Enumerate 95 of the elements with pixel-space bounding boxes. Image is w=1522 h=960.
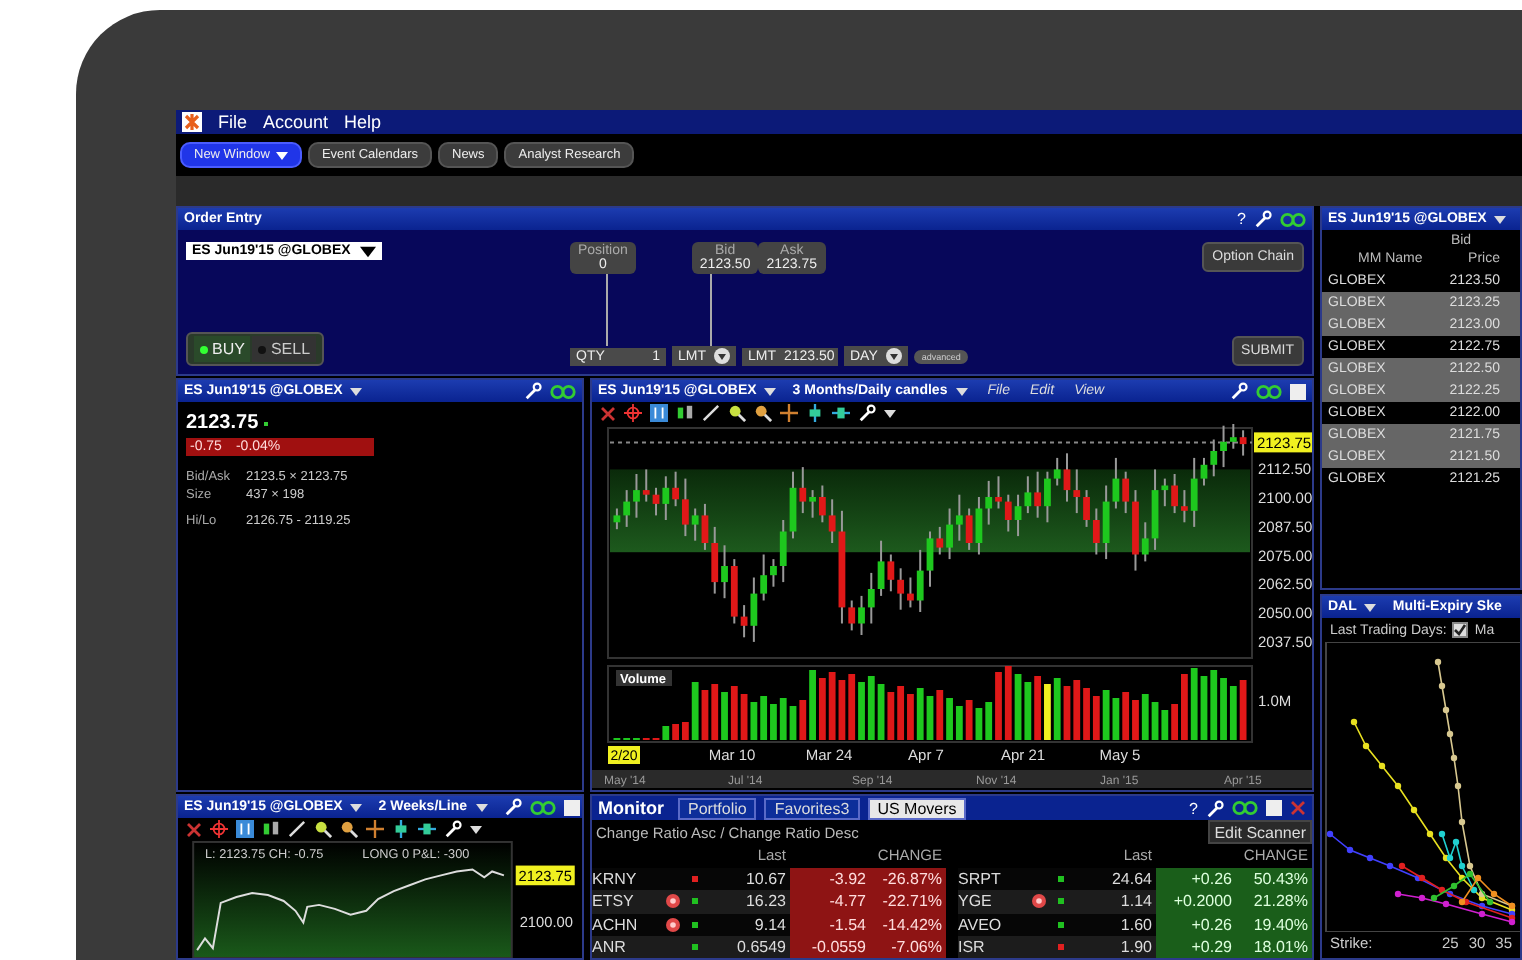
- tab[interactable]: US Movers: [867, 797, 967, 819]
- wrench-icon[interactable]: [503, 798, 522, 816]
- menu-item[interactable]: Help: [344, 112, 382, 132]
- expand-icon[interactable]: [806, 404, 824, 422]
- crosshair-icon[interactable]: [210, 820, 228, 838]
- last-price: 2123.75: [186, 412, 259, 434]
- caret-icon[interactable]: [350, 803, 363, 811]
- wrench-icon[interactable]: [858, 404, 876, 422]
- caret-icon[interactable]: [764, 387, 777, 395]
- last-cell-text: 9.14: [752, 915, 788, 934]
- last-cell-text: 1.90: [1118, 938, 1154, 957]
- symbol-cell-text: AVEO: [958, 915, 1004, 934]
- caret-icon[interactable]: [475, 803, 488, 811]
- app-logo-icon: [182, 112, 202, 132]
- change-percent-cell: 18.01%: [1236, 936, 1312, 958]
- link-icon[interactable]: [550, 383, 576, 399]
- close-icon[interactable]: [600, 405, 616, 421]
- help-button[interactable]: ?: [1189, 799, 1198, 817]
- symbol-cell-text: SRPT: [958, 869, 1003, 888]
- side-button[interactable]: BUY: [194, 336, 251, 362]
- symbol-cell-text: YGE: [958, 892, 994, 911]
- last-cell-text: 10.67: [743, 869, 788, 888]
- zoom-in-icon[interactable]: [728, 404, 746, 422]
- wrench-icon[interactable]: [1230, 382, 1248, 400]
- change-percent-cell: 21.28%: [1236, 890, 1312, 913]
- edit-scanner-button[interactable]: Edit Scanner: [1208, 820, 1312, 844]
- change-cell: +0.26: [1156, 867, 1236, 890]
- caret-icon[interactable]: [350, 387, 363, 395]
- link-icon[interactable]: [529, 799, 556, 815]
- cross-icon[interactable]: [366, 820, 384, 838]
- change-percent-cell: -7.06%: [870, 936, 946, 958]
- symbol-cell-text: ISR: [958, 938, 987, 957]
- change-cell: -4.77: [790, 890, 870, 913]
- change-percent-cell: -14.42%: [870, 913, 946, 936]
- change-percent-cell: 50.43%: [1236, 867, 1312, 890]
- side-button[interactable]: SELL: [252, 336, 317, 362]
- caret-icon: [714, 348, 730, 364]
- change-cell: -3.92: [790, 867, 870, 890]
- last-cell-text: 24.64: [1109, 869, 1154, 888]
- maximize-icon[interactable]: [1290, 383, 1306, 399]
- caret-icon[interactable]: [884, 409, 896, 417]
- wrench-icon[interactable]: [444, 820, 462, 838]
- crosshair-icon[interactable]: [624, 404, 642, 422]
- caret-icon[interactable]: [955, 387, 968, 395]
- menu-item[interactable]: Account: [263, 112, 329, 132]
- draw-line-icon[interactable]: [288, 820, 306, 838]
- caret-icon[interactable]: [1494, 215, 1507, 223]
- caret-icon: [885, 348, 902, 364]
- spread-icon[interactable]: [418, 820, 436, 838]
- maximize-icon[interactable]: [563, 799, 580, 815]
- change-percent-cell: -26.87%: [870, 867, 946, 890]
- zoom-out-icon[interactable]: [754, 404, 772, 422]
- change-cell: -1.54: [790, 913, 870, 936]
- bar-chart-icon[interactable]: [236, 820, 254, 838]
- change-percent-cell: -22.71%: [870, 890, 946, 913]
- symbol-cell-text: ANR: [592, 938, 628, 957]
- tab[interactable]: Favorites3: [764, 797, 860, 819]
- close-icon[interactable]: [186, 821, 202, 837]
- bar-chart-icon[interactable]: [650, 404, 668, 422]
- candlestick-icon[interactable]: [262, 820, 280, 838]
- window-title: Monitor: [598, 798, 664, 818]
- caret-icon: [360, 245, 376, 257]
- last-cell-text: 1.14: [1118, 892, 1154, 911]
- draw-line-icon[interactable]: [702, 404, 720, 422]
- change-cell: -0.0559: [790, 936, 870, 958]
- help-button[interactable]: ?: [1237, 210, 1246, 228]
- link-icon[interactable]: [1280, 211, 1306, 227]
- change-cell: +0.2000: [1156, 890, 1236, 913]
- symbol-cell-text: ACHN: [592, 915, 640, 934]
- caret-icon[interactable]: [470, 825, 482, 833]
- caret-icon: [275, 151, 288, 159]
- last-cell-text: 16.23: [743, 892, 788, 911]
- link-icon[interactable]: [1232, 800, 1258, 816]
- change-percent-cell: 19.40%: [1236, 913, 1312, 936]
- last-cell-text: 0.6549: [735, 938, 788, 957]
- wrench-icon[interactable]: [524, 382, 542, 400]
- wrench-icon[interactable]: [1254, 210, 1272, 228]
- cross-icon[interactable]: [780, 404, 798, 422]
- symbol-cell-text: KRNY: [592, 869, 639, 888]
- symbol-cell-text: ETSY: [592, 892, 636, 911]
- change-cell: +0.29: [1156, 936, 1236, 958]
- link-icon[interactable]: [1256, 383, 1282, 399]
- last-cell-text: 1.60: [1118, 915, 1154, 934]
- change-cell: +0.26: [1156, 913, 1236, 936]
- zoom-in-icon[interactable]: [314, 820, 332, 838]
- menu-item[interactable]: File: [218, 112, 248, 132]
- tab[interactable]: Portfolio: [678, 797, 757, 819]
- checkbox[interactable]: [1452, 622, 1469, 638]
- close-icon[interactable]: [1290, 800, 1306, 816]
- spread-icon[interactable]: [832, 404, 850, 422]
- expand-icon[interactable]: [392, 820, 410, 838]
- caret-icon[interactable]: [1364, 603, 1377, 611]
- candlestick-icon[interactable]: [676, 404, 694, 422]
- zoom-out-icon[interactable]: [340, 820, 358, 838]
- wrench-icon[interactable]: [1206, 799, 1224, 817]
